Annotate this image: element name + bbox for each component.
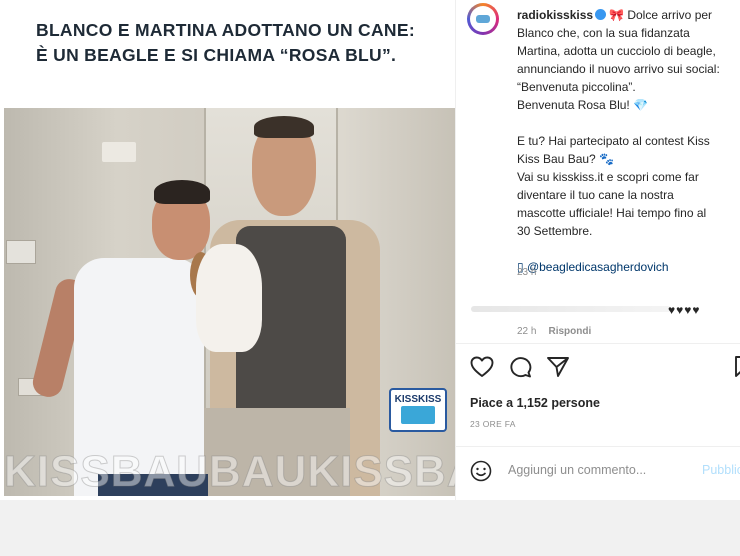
profile-avatar[interactable] bbox=[467, 3, 499, 35]
instagram-post: BLANCO E MARTINA ADOTTANO UN CANE: È UN … bbox=[0, 0, 740, 501]
photo-person-left-hair bbox=[154, 180, 210, 204]
reply-button[interactable]: Rispondi bbox=[548, 326, 591, 337]
username-link[interactable]: radiokisskiss bbox=[517, 8, 593, 22]
caption-line: mascotte ufficiale! Hai tempo fino al bbox=[517, 206, 707, 220]
caption-line: Kiss Bau Bau? 🐾 bbox=[517, 152, 614, 166]
page-background bbox=[0, 500, 740, 556]
caption-time: 23 h bbox=[517, 267, 537, 278]
bookmark-icon[interactable] bbox=[735, 356, 740, 378]
photo-wall-switch bbox=[6, 240, 36, 264]
comment-input[interactable]: Aggiungi un commento... bbox=[508, 463, 688, 477]
caption-line: “Benvenuta piccolina”. bbox=[517, 80, 636, 94]
blurred-comment bbox=[471, 306, 671, 312]
comment-icon[interactable] bbox=[508, 356, 532, 378]
photo-lamp bbox=[102, 142, 136, 162]
caption-line: Blanco che, con la sua fidanzata bbox=[517, 26, 690, 40]
kisskiss-logo: KISSKISS bbox=[389, 388, 447, 432]
divider bbox=[456, 343, 740, 344]
mention-link[interactable]: ▯ @beagledicasagherdovich bbox=[517, 258, 740, 276]
emoji-icon[interactable] bbox=[470, 460, 492, 482]
caption-line: 30 Settembre. bbox=[517, 224, 593, 238]
verified-badge-icon bbox=[595, 9, 607, 20]
kisskiss-logo-mark bbox=[401, 406, 435, 424]
heart-icon[interactable] bbox=[470, 356, 494, 378]
divider bbox=[456, 446, 740, 447]
post-media[interactable]: BLANCO E MARTINA ADOTTANO UN CANE: È UN … bbox=[0, 0, 455, 500]
photo-beagle-puppy bbox=[196, 244, 262, 352]
likes-count[interactable]: Piace a 1,152 persone bbox=[470, 396, 600, 410]
avatar-inner bbox=[470, 6, 496, 32]
comment-time: 22 h bbox=[517, 326, 537, 337]
post-timestamp: 23 ORE FA bbox=[470, 419, 516, 429]
post-sidebar: radiokisskiss 🎀 Dolce arrivo per Blanco c… bbox=[455, 0, 740, 500]
caption-line: Martina, adotta un cucciolo di beagle, bbox=[517, 44, 716, 58]
post-photo: KISSKISS KISSBAUBAUKISSBAUBAUKISS bbox=[4, 108, 455, 496]
comment-meta: 22 h Rispondi bbox=[517, 326, 603, 337]
share-icon[interactable] bbox=[546, 356, 570, 378]
headline-line-2: È UN BEAGLE E SI CHIAMA “ROSA BLU”. bbox=[36, 45, 397, 65]
caption-line: Benvenuta Rosa Blu! 💎 bbox=[517, 98, 649, 112]
post-headline: BLANCO E MARTINA ADOTTANO UN CANE: È UN … bbox=[36, 18, 436, 68]
caption-line: diventare il tuo cane la nostra bbox=[517, 188, 674, 202]
photo-watermark: KISSBAUBAUKISSBAUBAUKISS bbox=[4, 448, 455, 496]
post-caption: radiokisskiss 🎀 Dolce arrivo per Blanco c… bbox=[517, 6, 740, 276]
avatar-logo bbox=[476, 15, 490, 23]
comment-hearts: ♥♥♥♥ bbox=[668, 303, 701, 317]
caption-line: Vai su kisskiss.it e scopri come far bbox=[517, 170, 699, 184]
caption-line: E tu? Hai partecipato al contest Kiss bbox=[517, 134, 710, 148]
caption-line: 🎀 Dolce arrivo per bbox=[609, 8, 713, 22]
caption-line: annunciando il nuovo arrivo sui social: bbox=[517, 62, 720, 76]
publish-button[interactable]: Pubblica bbox=[702, 463, 740, 477]
headline-line-1: BLANCO E MARTINA ADOTTANO UN CANE: bbox=[36, 20, 415, 40]
kisskiss-logo-text: KISSKISS bbox=[394, 394, 442, 405]
photo-person-right-hair bbox=[254, 116, 314, 138]
